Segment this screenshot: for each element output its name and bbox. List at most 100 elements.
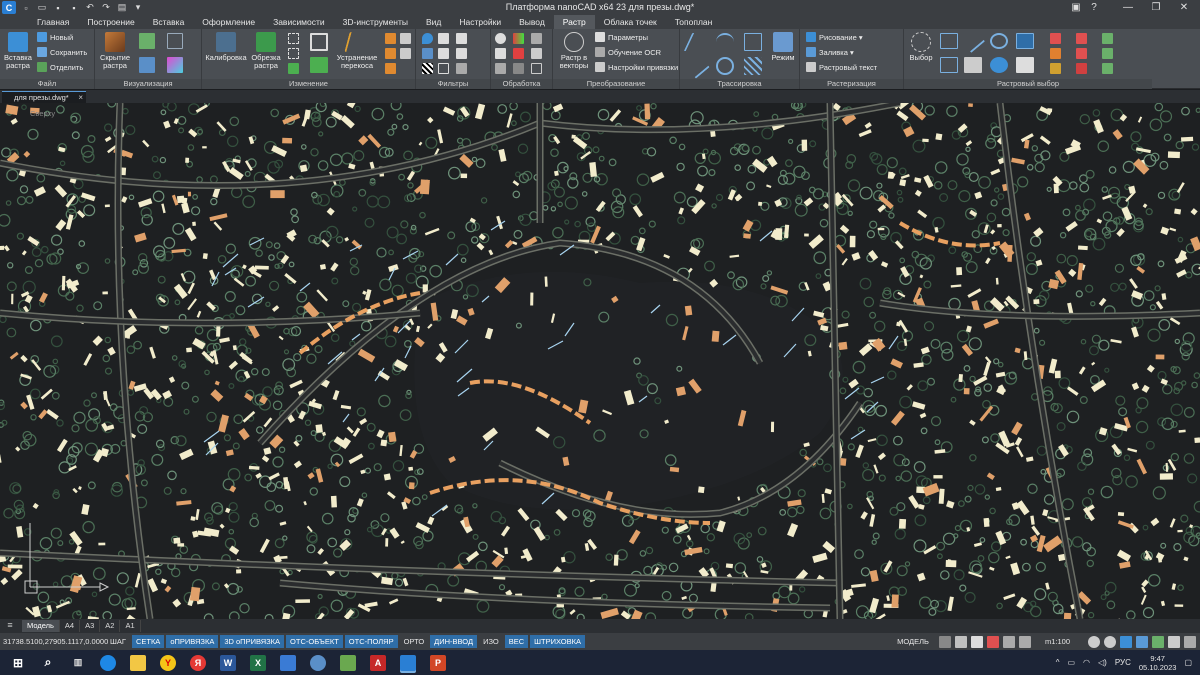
- snap-settings-button[interactable]: Настройки привязки: [595, 62, 678, 72]
- smooth-icon[interactable]: [456, 48, 467, 59]
- select-option-6-icon[interactable]: [1076, 63, 1087, 74]
- select-option-4-icon[interactable]: [1076, 33, 1087, 44]
- select-cursor-active-icon[interactable]: [1016, 33, 1034, 49]
- crop-rect-icon[interactable]: [288, 33, 299, 44]
- crop-edge-icon[interactable]: [495, 63, 506, 74]
- tab-3d-tools[interactable]: 3D-инструменты: [334, 15, 417, 29]
- wifi-icon[interactable]: ◠: [1083, 658, 1090, 667]
- ribbon-toggle-icon[interactable]: ▣: [1068, 0, 1084, 15]
- tab-constraints[interactable]: Зависимости: [264, 15, 334, 29]
- toggle-ortho[interactable]: ОРТО: [400, 635, 429, 648]
- orbit-icon[interactable]: [1152, 635, 1164, 648]
- flip-icon[interactable]: [385, 63, 396, 74]
- edge-browser-icon[interactable]: [100, 654, 116, 671]
- hide-raster-button[interactable]: Скрытие растра: [98, 32, 132, 70]
- restore-button[interactable]: ❐: [1142, 0, 1170, 15]
- new-raster-button[interactable]: Новый: [37, 32, 73, 42]
- trace-circle-icon[interactable]: [716, 57, 734, 75]
- select-option-8-icon[interactable]: [1102, 48, 1113, 59]
- calculator-icon[interactable]: [280, 654, 296, 671]
- select-rect-icon[interactable]: [940, 33, 958, 49]
- properties-icon[interactable]: [1168, 635, 1180, 648]
- transform-icon[interactable]: [400, 33, 411, 44]
- toggle-iso[interactable]: ИЗО: [479, 635, 503, 648]
- tab-settings[interactable]: Настройки: [450, 15, 510, 29]
- autocad-icon[interactable]: A: [370, 654, 386, 671]
- select-region-icon[interactable]: [990, 57, 1008, 73]
- insert-raster-button[interactable]: Вставка растра: [3, 32, 33, 70]
- select-button[interactable]: Выбор: [907, 32, 935, 62]
- help-icon[interactable]: ?: [1086, 0, 1102, 15]
- select-option-3-icon[interactable]: [1050, 63, 1061, 74]
- tab-a1[interactable]: A1: [120, 620, 141, 632]
- annotation-icon[interactable]: [954, 635, 967, 648]
- tray-expand-icon[interactable]: ^: [1056, 658, 1060, 667]
- document-tab[interactable]: для презы.dwg* ×: [2, 91, 86, 103]
- calibrate-button[interactable]: Калибровка: [204, 32, 248, 62]
- params-button[interactable]: Параметры: [595, 32, 648, 42]
- despeckle-icon[interactable]: [456, 33, 467, 44]
- drawing-canvas[interactable]: Сверху: [0, 103, 1200, 619]
- tab-annotate[interactable]: Оформление: [193, 15, 264, 29]
- trace-polyline-icon[interactable]: [683, 33, 711, 51]
- toggle-dynamic-input[interactable]: ДИН-ВВОД: [430, 635, 478, 648]
- mode-button[interactable]: Режим: [768, 32, 798, 62]
- fix-skew-button[interactable]: Устранение перекоса: [335, 32, 379, 70]
- tab-a2[interactable]: A2: [100, 620, 121, 632]
- nanocad-taskbar-icon[interactable]: [400, 654, 416, 671]
- select-option-1-icon[interactable]: [1050, 33, 1061, 44]
- toggle-object-tracking[interactable]: ОТС-ОБЪЕКТ: [286, 635, 343, 648]
- viewport-icon[interactable]: [938, 635, 951, 648]
- print-icon[interactable]: ▤: [116, 2, 128, 13]
- dither-icon[interactable]: [422, 63, 433, 74]
- layout-menu-icon[interactable]: ≡: [2, 620, 18, 632]
- fill-button[interactable]: Заливка ▾: [806, 47, 854, 57]
- windows-start-icon[interactable]: ⊞: [10, 655, 26, 671]
- network-icon[interactable]: ▭: [1067, 658, 1075, 667]
- mirror-icon[interactable]: [385, 33, 396, 44]
- tab-view[interactable]: Вид: [417, 15, 450, 29]
- zoom-window-icon[interactable]: [1136, 635, 1148, 648]
- crop-raster-button[interactable]: Обрезка растра: [248, 32, 284, 70]
- search-icon[interactable]: ⌕: [40, 655, 56, 671]
- clock[interactable]: 9:47 05.10.2023: [1139, 654, 1177, 672]
- save-icon[interactable]: ▪: [52, 2, 64, 13]
- pan-icon[interactable]: [1088, 635, 1100, 648]
- toggle-grid[interactable]: СЕТКА: [131, 635, 165, 648]
- customize-quick-access-icon[interactable]: ▾: [132, 2, 144, 13]
- workspace-icon[interactable]: [970, 635, 983, 648]
- cad-app-icon[interactable]: [340, 654, 356, 671]
- color-separate-icon[interactable]: [513, 33, 524, 44]
- trace-rect-icon[interactable]: [744, 33, 762, 51]
- erase-icon[interactable]: [438, 33, 449, 44]
- tab-point-clouds[interactable]: Облака точек: [595, 15, 666, 29]
- mask-icon[interactable]: [495, 33, 506, 44]
- threshold-icon[interactable]: [456, 63, 467, 74]
- language-indicator[interactable]: РУС: [1115, 658, 1131, 667]
- select-option-2-icon[interactable]: [1050, 48, 1061, 59]
- ocr-training-button[interactable]: Обучение OCR: [595, 47, 661, 57]
- select-pick-icon[interactable]: [1016, 57, 1034, 73]
- toggle-hatch[interactable]: ШТРИХОВКА: [530, 635, 585, 648]
- close-tab-icon[interactable]: ×: [78, 92, 83, 103]
- save-raster-button[interactable]: Сохранить: [37, 47, 87, 57]
- isolate-icon[interactable]: [986, 635, 999, 648]
- ocr-abc-icon[interactable]: [531, 63, 542, 74]
- save-as-icon[interactable]: ▪: [68, 2, 80, 13]
- raster-frame-icon[interactable]: [139, 33, 155, 49]
- select-circle-icon[interactable]: [990, 33, 1008, 49]
- contrast-icon[interactable]: [438, 48, 449, 59]
- select-option-9-icon[interactable]: [1102, 63, 1113, 74]
- palette-icon[interactable]: [531, 33, 542, 44]
- crop-polygon-icon[interactable]: [288, 48, 299, 59]
- new-file-icon[interactable]: ▫: [20, 2, 32, 13]
- detach-raster-button[interactable]: Отделить: [37, 62, 83, 72]
- toggle-3d-osnap[interactable]: 3D оПРИВЯЗКА: [220, 635, 285, 648]
- crop-icon[interactable]: [310, 33, 328, 51]
- select-option-5-icon[interactable]: [1076, 48, 1087, 59]
- tab-build[interactable]: Построение: [78, 15, 143, 29]
- zoom-icon[interactable]: [1104, 635, 1116, 648]
- scale-icon[interactable]: [400, 48, 411, 59]
- drawing-button[interactable]: Рисование ▾: [806, 32, 863, 42]
- trace-arc-icon[interactable]: [716, 33, 734, 51]
